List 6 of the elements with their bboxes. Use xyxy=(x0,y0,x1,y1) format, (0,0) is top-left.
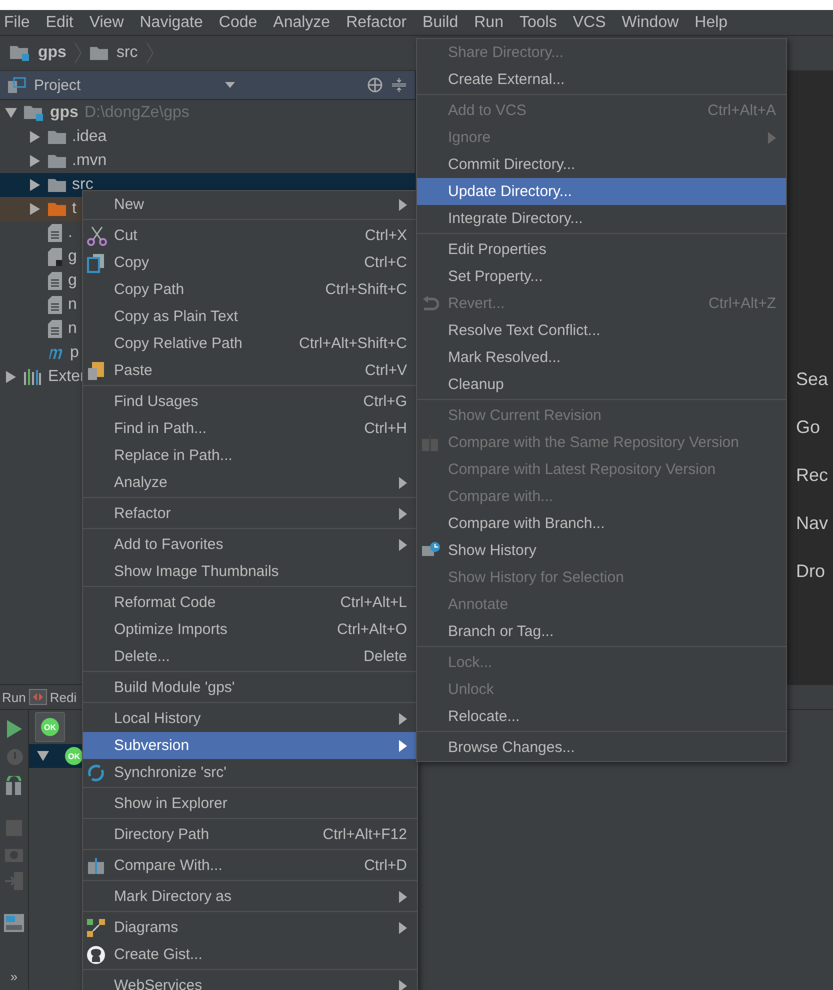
editor-hint: Rec xyxy=(796,464,830,487)
editor-hint: Sea xyxy=(796,368,830,391)
editor-hint: Go xyxy=(796,416,822,439)
ok-badge: OK xyxy=(65,747,83,765)
editor-hint: Nav xyxy=(796,512,830,535)
editor-hint: Dro xyxy=(796,560,826,583)
